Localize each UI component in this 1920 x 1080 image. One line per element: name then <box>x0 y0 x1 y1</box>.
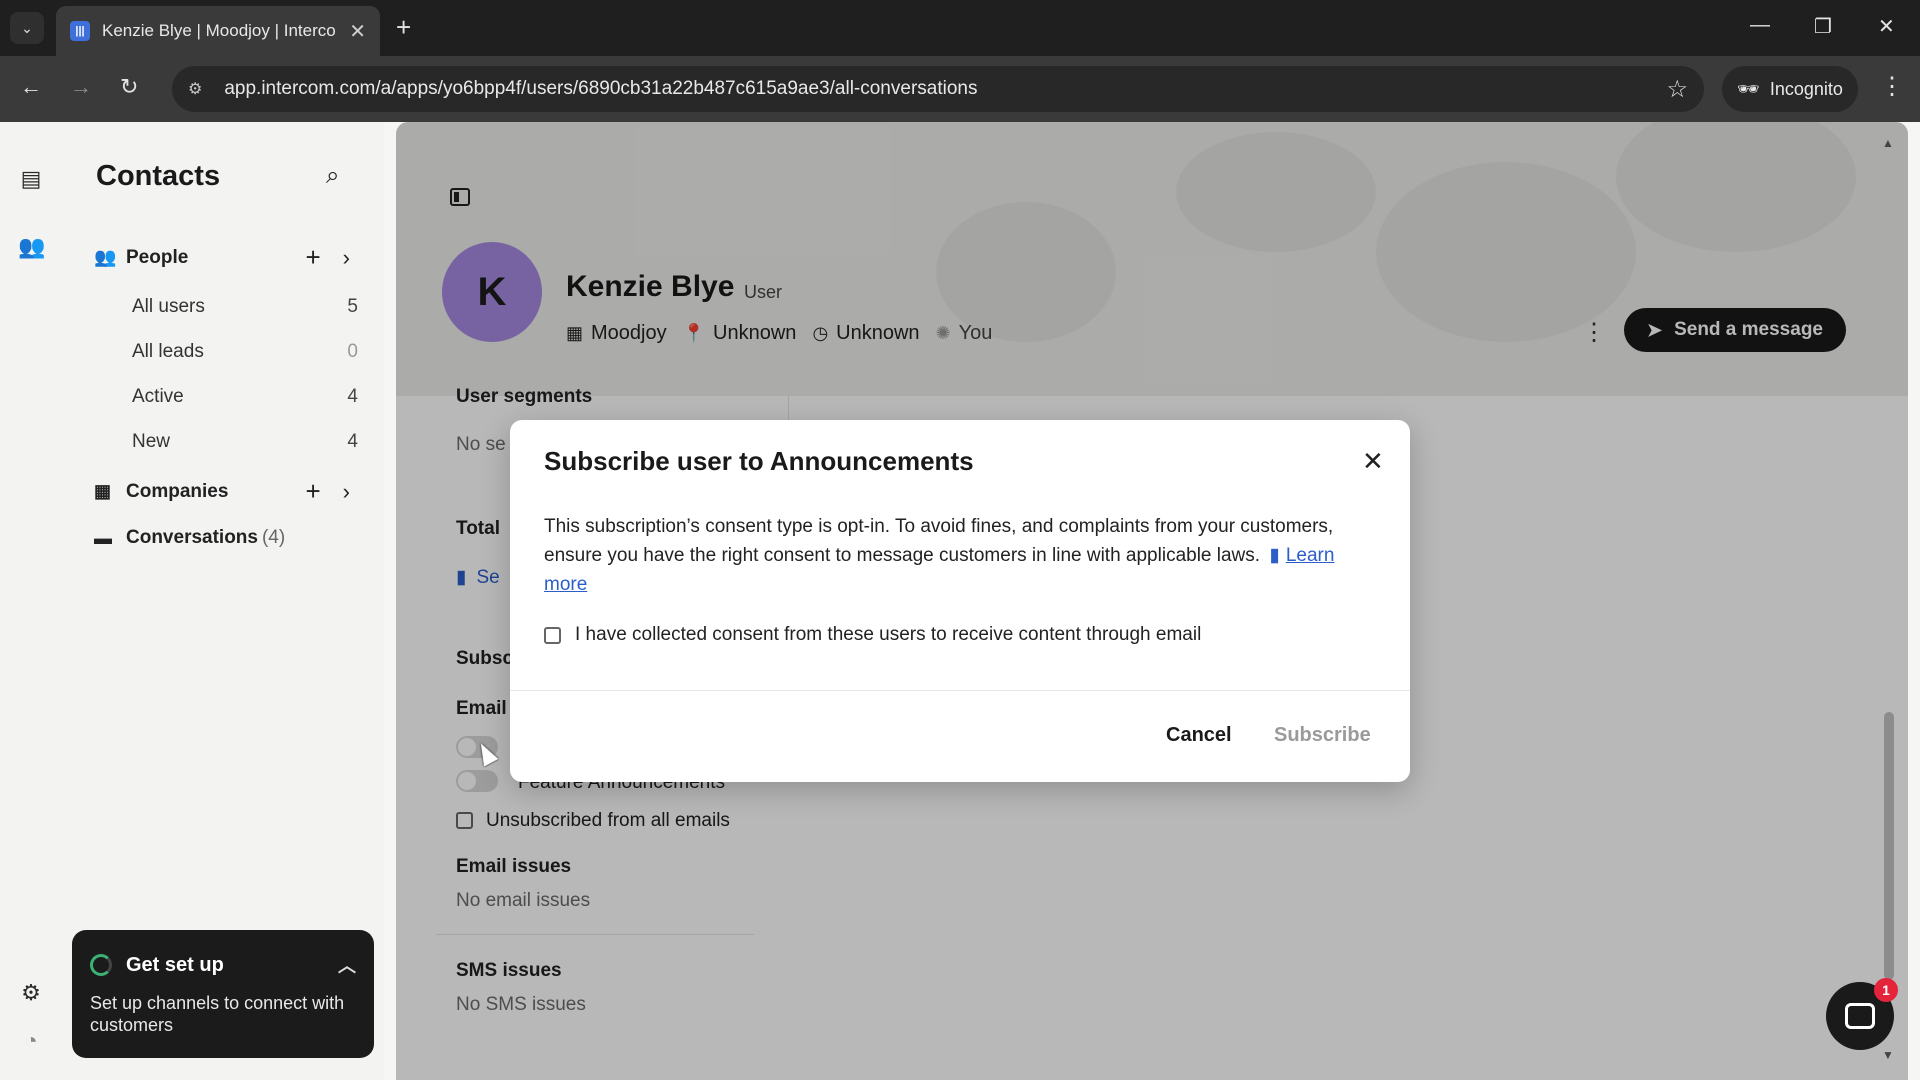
scroll-up-arrow-icon[interactable]: ▲ <box>1882 136 1894 150</box>
chat-icon <box>1845 1003 1875 1029</box>
add-people-icon[interactable]: + <box>305 242 320 273</box>
sidebar-section-companies[interactable]: ▦ Companies + › <box>94 476 350 507</box>
modal-body: This subscription’s consent type is opt-… <box>544 512 1364 599</box>
modal-title: Subscribe user to Announcements <box>544 446 974 476</box>
notification-badge: 1 <box>1874 978 1898 1002</box>
messenger-launcher[interactable]: 1 <box>1826 978 1898 1050</box>
subscribe-button[interactable]: Subscribe <box>1274 724 1371 747</box>
close-icon[interactable]: ✕ <box>1362 446 1384 477</box>
sidebar-item-count: 4 <box>347 386 358 407</box>
restore-icon[interactable]: ❐ <box>1814 14 1832 39</box>
tab-title: Kenzie Blye | Moodjoy | Interco <box>102 21 336 40</box>
add-company-icon[interactable]: + <box>305 476 320 507</box>
chevron-right-icon[interactable]: › <box>343 245 350 271</box>
browser-tab[interactable]: ||| Kenzie Blye | Moodjoy | Interco ✕ <box>56 6 380 56</box>
people-label: People <box>126 246 189 268</box>
sidebar-section-conversations[interactable]: ▬ Conversations (4) <box>94 527 350 549</box>
sidebar-item-all-leads[interactable]: All leads 0 <box>132 341 358 363</box>
sidebar-item-count: 4 <box>347 431 358 452</box>
url-text[interactable]: app.intercom.com/a/apps/yo6bpp4f/users/6… <box>224 78 1666 100</box>
minimize-icon[interactable]: — <box>1750 14 1770 37</box>
sidebar-item-count: 5 <box>347 296 358 317</box>
conversations-label: Conversations <box>126 527 258 548</box>
conversations-icon: ▬ <box>94 527 112 548</box>
back-icon[interactable]: ← <box>20 74 42 100</box>
address-bar[interactable]: ⚙ app.intercom.com/a/apps/yo6bpp4f/users… <box>172 66 1704 112</box>
scrollbar-thumb[interactable] <box>1884 712 1894 980</box>
cancel-button[interactable]: Cancel <box>1166 724 1232 747</box>
close-window-icon[interactable]: ✕ <box>1878 14 1895 39</box>
sidebar-title: Contacts <box>96 160 221 192</box>
sidebar-item-label: All users <box>132 296 205 317</box>
sidebar-item-active[interactable]: Active 4 <box>132 386 358 408</box>
contacts-icon[interactable]: 👥 <box>18 234 45 260</box>
consent-label: I have collected consent from these user… <box>575 624 1202 645</box>
search-icon[interactable]: ⌕ <box>326 162 339 190</box>
chevron-up-icon[interactable]: ︿ <box>338 952 356 978</box>
modal-divider <box>510 690 1410 691</box>
sidebar-section-people[interactable]: 👥 People + › <box>94 242 350 273</box>
settings-gear-icon[interactable]: ⚙ <box>18 980 44 1006</box>
sidebar-item-label: New <box>132 431 171 452</box>
building-icon: ▦ <box>94 481 112 501</box>
tab-search-chevron-icon[interactable]: ⌄ <box>10 12 44 44</box>
companies-label: Companies <box>126 480 229 502</box>
sidebar-item-label: Active <box>132 386 184 407</box>
sidebar-item-count: 0 <box>347 341 358 362</box>
browser-tab-bar: ⌄ ||| Kenzie Blye | Moodjoy | Interco ✕ … <box>0 0 1920 56</box>
profile-status-icon[interactable]: ◔ <box>18 1028 44 1054</box>
sidebar-item-new[interactable]: New 4 <box>132 431 358 453</box>
get-set-up-title: Get set up <box>126 953 224 976</box>
consent-checkbox-row[interactable]: I have collected consent from these user… <box>544 624 1201 646</box>
get-set-up-card[interactable]: Get set up ︿ Set up channels to connect … <box>72 930 374 1058</box>
tab-close-icon[interactable]: ✕ <box>349 19 366 44</box>
site-info-icon[interactable]: ⚙ <box>188 79 202 99</box>
consent-checkbox[interactable] <box>544 626 561 644</box>
people-icon: 👥 <box>94 247 117 267</box>
forward-icon[interactable]: → <box>70 74 92 100</box>
get-set-up-text: Set up channels to connect with customer… <box>90 993 345 1035</box>
incognito-badge[interactable]: 🕶 Incognito <box>1722 66 1858 112</box>
new-tab-button[interactable]: + <box>396 12 411 42</box>
browser-menu-icon[interactable]: ⋮ <box>1880 72 1904 101</box>
subscribe-modal: Subscribe user to Announcements ✕ This s… <box>510 420 1410 782</box>
book-icon: ▮ <box>1269 545 1280 566</box>
scroll-down-arrow-icon[interactable]: ▼ <box>1882 1048 1894 1062</box>
incognito-label: Incognito <box>1769 78 1843 99</box>
chevron-right-icon[interactable]: › <box>343 479 350 505</box>
browser-toolbar: ← → ↻ ⚙ app.intercom.com/a/apps/yo6bpp4f… <box>0 56 1920 122</box>
sidebar-item-all-users[interactable]: All users 5 <box>132 296 358 318</box>
reload-icon[interactable]: ↻ <box>120 74 138 100</box>
progress-ring-icon <box>90 954 112 976</box>
bookmark-star-icon[interactable]: ☆ <box>1666 75 1688 104</box>
left-nav-rail: ▤ 👥 ⚙ ◔ <box>0 122 62 1080</box>
conversations-count: (4) <box>261 527 286 548</box>
incognito-icon: 🕶 <box>1737 78 1760 99</box>
intercom-favicon-icon: ||| <box>70 21 90 41</box>
sidebar-item-label: All leads <box>132 341 204 362</box>
inbox-icon[interactable]: ▤ <box>18 166 44 192</box>
modal-body-text: This subscription’s consent type is opt-… <box>544 516 1334 566</box>
